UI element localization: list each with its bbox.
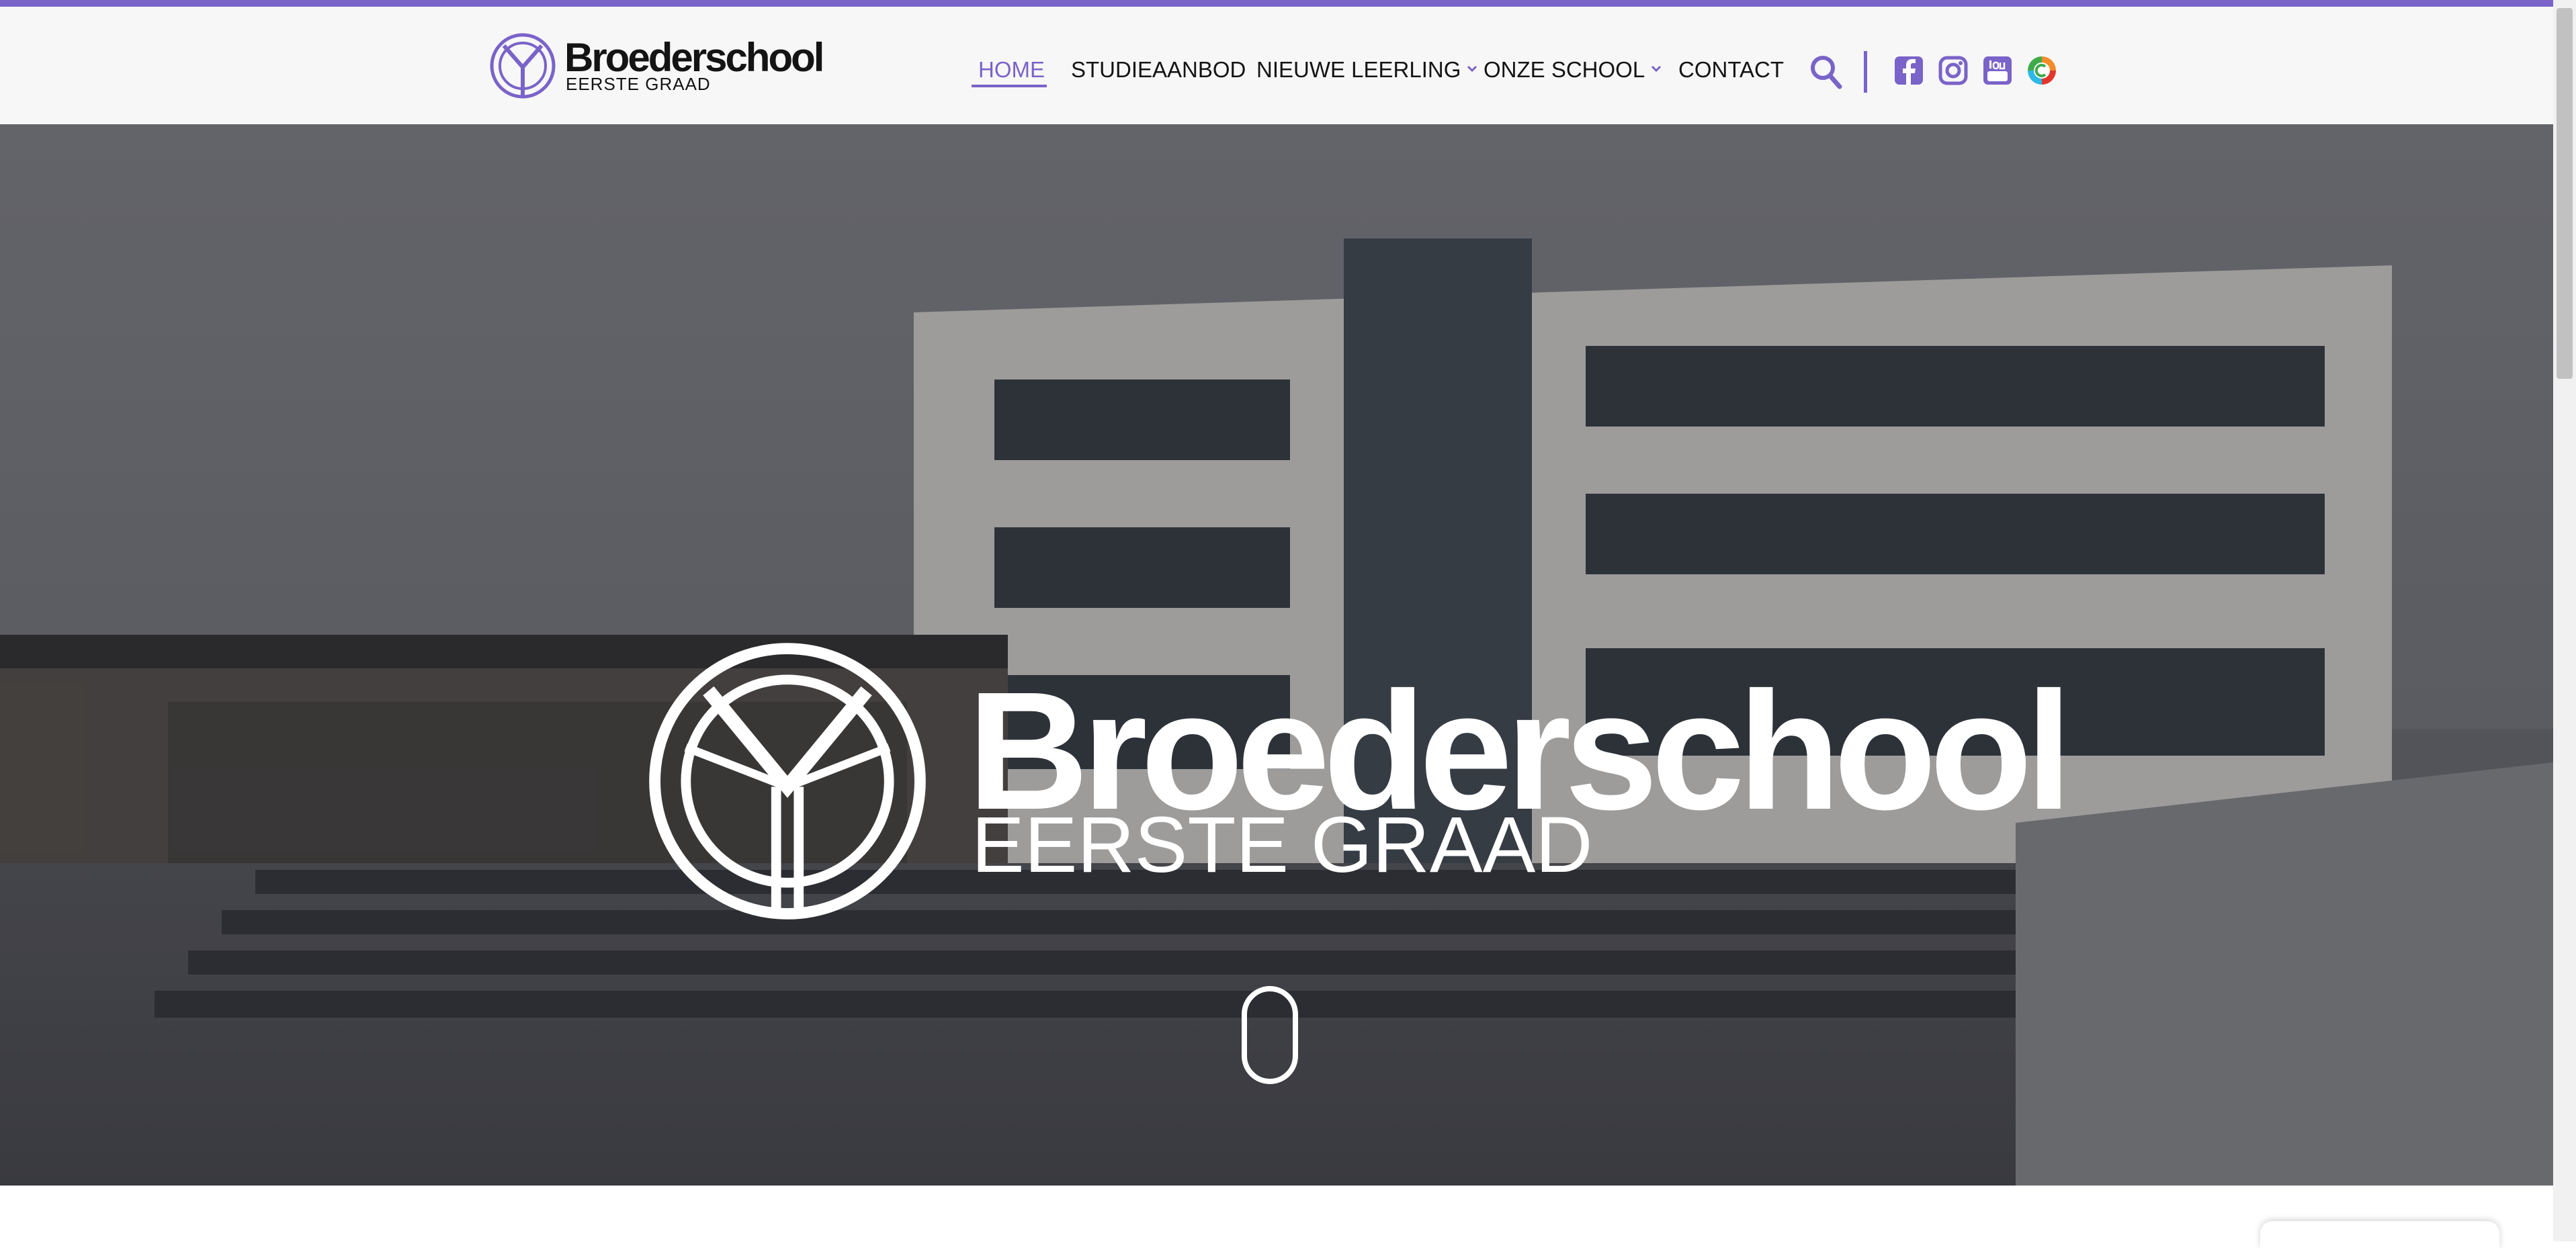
- hero-banner: Broederschool EERSTE GRAAD: [0, 124, 2553, 1186]
- mouse-scroll-icon[interactable]: [1242, 986, 1298, 1084]
- chevron-down-icon: [1651, 66, 1662, 73]
- logo-mark-icon: [490, 33, 556, 99]
- hero-logo: Broederschool EERSTE GRAAD: [646, 640, 2072, 922]
- active-nav-indicator: [972, 85, 1047, 87]
- logo-subtitle: EERSTE GRAAD: [566, 74, 711, 94]
- instagram-icon[interactable]: [1938, 55, 1969, 86]
- nav-nieuwe-leerling-label: NIEUWE LEERLING: [1256, 57, 1461, 82]
- logo-name: Broederschool: [564, 35, 824, 80]
- site-header: Broederschool EERSTE GRAAD HOME STUDIEAA…: [0, 7, 2553, 125]
- nav-onze-school-label: ONZE SCHOOL: [1484, 57, 1645, 82]
- hero-logo-mark-icon: [649, 643, 926, 920]
- smartschool-icon[interactable]: [2026, 55, 2057, 86]
- nav-home[interactable]: HOME: [978, 54, 1045, 86]
- scrollbar-thumb[interactable]: [2557, 8, 2573, 379]
- youtube-icon[interactable]: [1982, 55, 2013, 86]
- hero-subtitle: EERSTE GRAAD: [972, 801, 1593, 889]
- nav-nieuwe-leerling[interactable]: NIEUWE LEERLING: [1256, 54, 1477, 86]
- nav-studieaanbod[interactable]: STUDIEAANBOD: [1071, 54, 1246, 86]
- chevron-down-icon: [1467, 66, 1477, 73]
- nav-onze-school[interactable]: ONZE SCHOOL: [1484, 54, 1662, 86]
- nav-contact[interactable]: CONTACT: [1678, 54, 1784, 86]
- site-logo[interactable]: Broederschool EERSTE GRAAD: [489, 32, 824, 106]
- top-accent-bar: [0, 0, 2576, 7]
- search-icon[interactable]: [1809, 54, 1842, 90]
- header-divider: [1864, 51, 1867, 93]
- chat-widget-tab[interactable]: [2260, 1221, 2499, 1248]
- facebook-icon[interactable]: [1893, 55, 1924, 86]
